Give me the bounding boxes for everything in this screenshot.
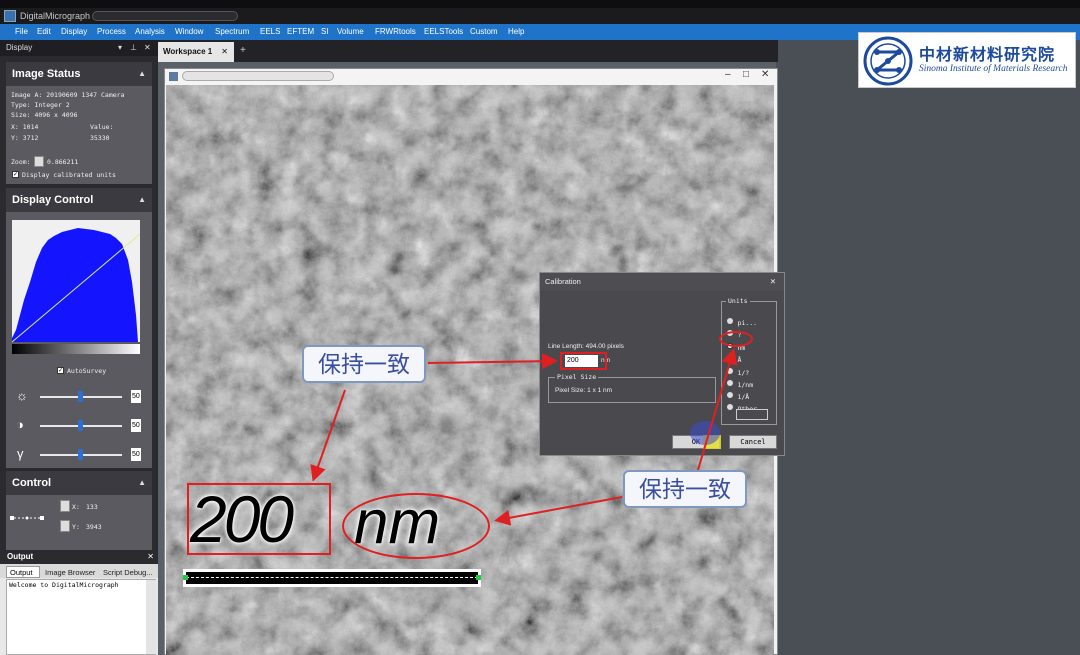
annotation-callout: 保持一致 [302, 345, 426, 383]
logo-banner: 中材新材料研究院 Sinoma Institute of Materials R… [858, 32, 1076, 88]
sinoma-logo-icon [863, 36, 913, 86]
annotation-callout: 保持一致 [623, 470, 747, 508]
annotation-arrows [310, 348, 738, 526]
logo-english-name: Sinoma Institute of Materials Research [919, 64, 1068, 74]
logo-chinese-name: 中材新材料研究院 [919, 47, 1056, 64]
